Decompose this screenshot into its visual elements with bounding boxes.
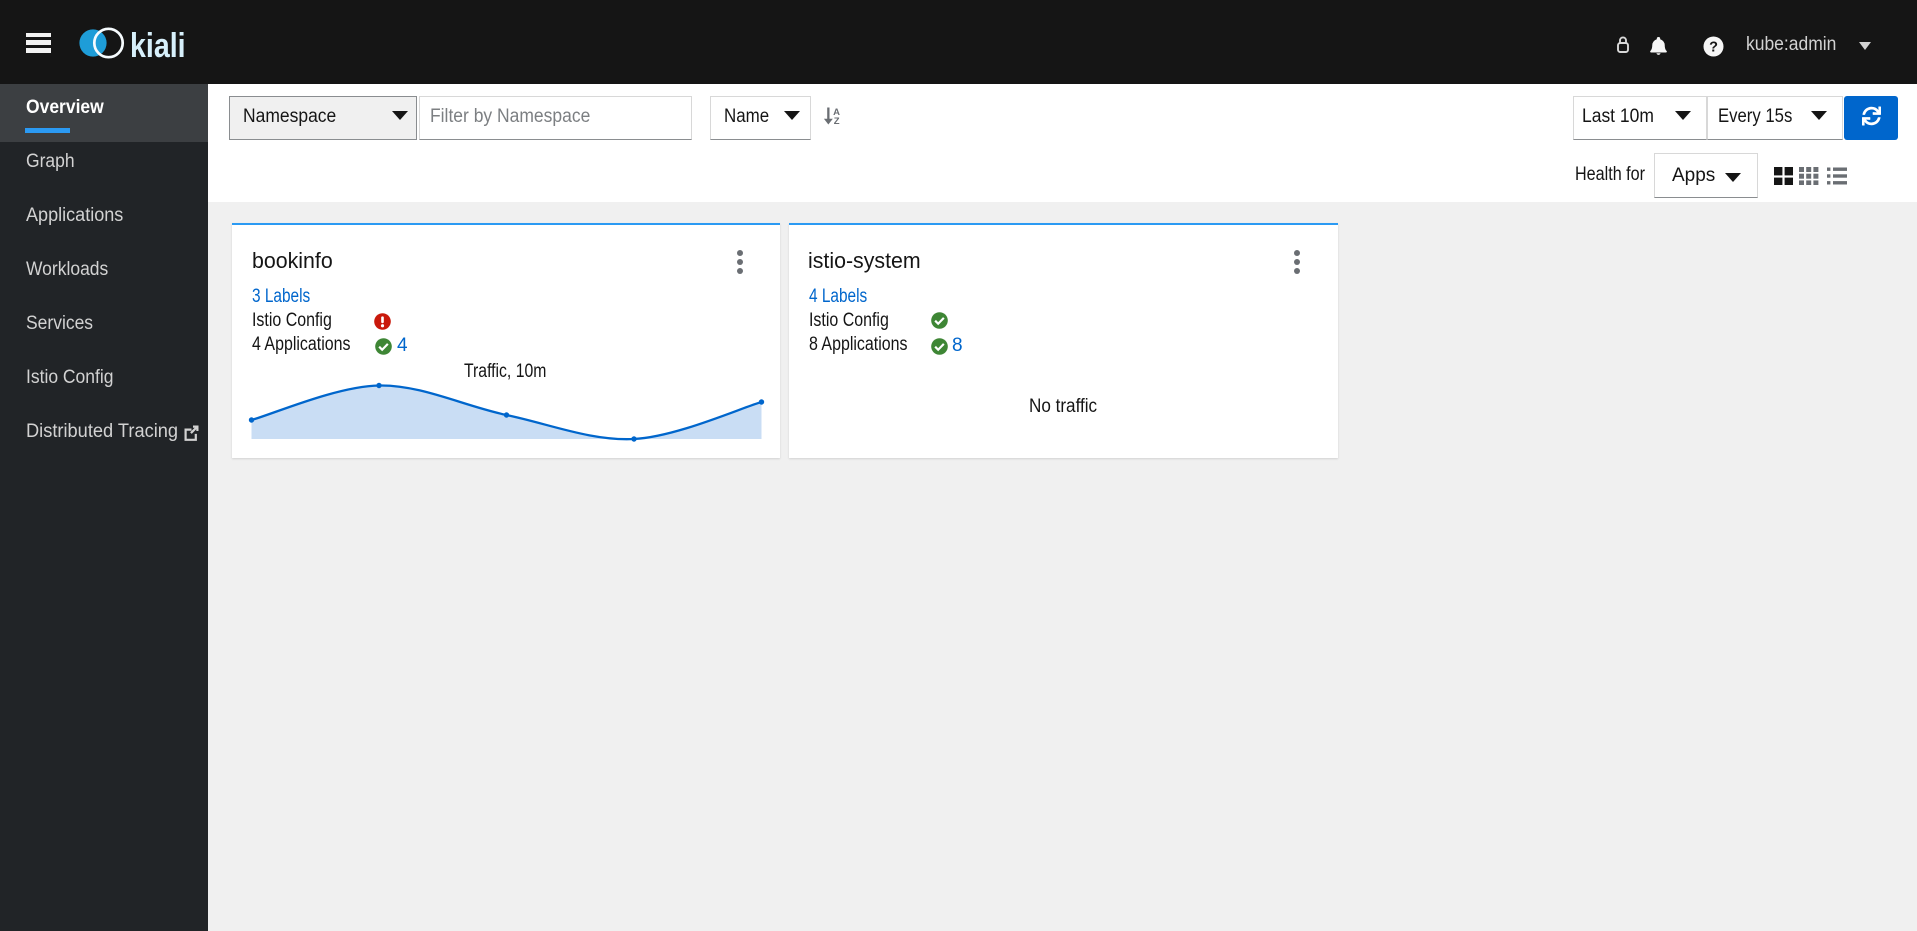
- svg-text:?: ?: [1709, 39, 1718, 55]
- svg-text:Z: Z: [834, 116, 840, 125]
